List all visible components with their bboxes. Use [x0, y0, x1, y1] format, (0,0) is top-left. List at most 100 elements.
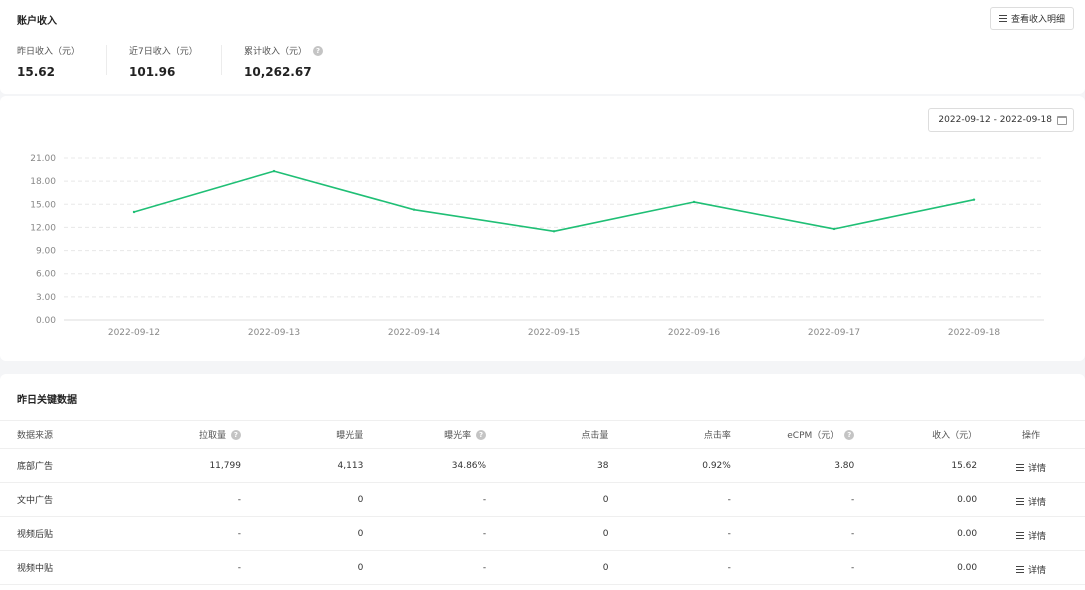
cell-ecpm: -	[730, 516, 855, 551]
cell-ctr: 0.92%	[608, 448, 731, 483]
list-icon	[1016, 565, 1025, 573]
stat-total-value: 10,262.67	[244, 65, 312, 79]
series-line	[133, 170, 975, 233]
table-row: 视频后贴 -0-0- -0.00 详情	[0, 516, 1085, 551]
help-icon[interactable]: ?	[476, 429, 487, 440]
detail-label: 详情	[1028, 531, 1047, 542]
data-point	[692, 200, 696, 204]
data-point	[972, 198, 976, 201]
y-tick-label: 0.00	[36, 316, 56, 326]
table-row: 底部广告 11,799 4,113 34.86% 38 0.92% 3.80 15.62 详情	[0, 448, 1085, 483]
cell-actions: 详情	[977, 448, 1085, 483]
cell-pull: -	[127, 516, 241, 551]
cell-revenue: 0.00	[854, 550, 978, 585]
data-point	[412, 208, 416, 211]
cell-ctr: -	[608, 516, 731, 551]
cell-impression-rate: -	[363, 550, 487, 585]
y-tick-label: 15.00	[30, 200, 56, 210]
cell-source: 视频后贴	[0, 516, 128, 551]
cell-impression-rate: -	[363, 516, 487, 551]
cell-source: 底部广告	[0, 448, 128, 483]
y-tick-label: 6.00	[36, 270, 56, 280]
detail-label: 详情	[1028, 565, 1047, 576]
stat-yesterday: 昨日收入（元） 15.62	[17, 44, 80, 79]
cell-source: 视频中贴	[0, 550, 128, 585]
data-point	[132, 210, 136, 214]
stat-last7days: 近7日收入（元） 101.96	[129, 44, 198, 79]
x-tick-label: 2022-09-18	[948, 328, 1001, 338]
stat-yesterday-label: 昨日收入（元）	[17, 47, 81, 57]
stat-divider	[106, 45, 107, 75]
cell-ecpm: -	[730, 550, 855, 585]
y-tick-label: 21.00	[30, 154, 56, 164]
header-source: 数据来源	[0, 420, 128, 449]
x-tick-label: 2022-09-14	[388, 328, 441, 338]
y-tick-label: 3.00	[36, 293, 56, 303]
help-icon[interactable]: ?	[844, 429, 855, 440]
cell-pull: -	[127, 482, 241, 517]
view-income-detail-button[interactable]: 查看收入明细	[990, 7, 1074, 30]
data-point	[272, 169, 276, 173]
table-row: 视频中贴 -0-0- -0.00 详情	[0, 550, 1085, 585]
stat-total: 累计收入（元）? 10,262.67	[244, 44, 324, 79]
y-tick-label: 12.00	[30, 223, 56, 233]
key-data-table: 数据来源 拉取量? 曝光量 曝光率? 点击量 点击率 eCPM（元）? 收入（元…	[0, 420, 1085, 585]
cell-pull: 11,799	[127, 448, 241, 483]
cell-ctr: -	[608, 550, 731, 585]
x-tick-label: 2022-09-13	[248, 328, 300, 338]
x-tick-label: 2022-09-16	[668, 328, 721, 338]
header-impression-rate: 曝光率?	[363, 420, 487, 449]
cell-source: 文中广告	[0, 482, 128, 517]
detail-label: 详情	[1028, 497, 1047, 508]
x-tick-label: 2022-09-17	[808, 328, 860, 338]
stat-yesterday-value: 15.62	[17, 65, 55, 79]
cell-actions: 详情	[977, 550, 1085, 585]
cell-clicks: 0	[486, 550, 609, 585]
cell-impression-rate: 34.86%	[363, 448, 487, 483]
key-data-title: 昨日关键数据	[17, 395, 77, 406]
help-icon[interactable]: ?	[230, 429, 241, 440]
income-summary-card: 账户收入 查看收入明细 昨日收入（元） 15.62 近7日收入（元） 101.9…	[0, 0, 1085, 94]
cell-clicks: 0	[486, 516, 609, 551]
list-icon	[1016, 497, 1025, 505]
view-income-detail-label: 查看收入明细	[1010, 15, 1065, 25]
header-impressions: 曝光量	[240, 420, 364, 449]
key-data-card: 昨日关键数据 数据来源 拉取量? 曝光量 曝光率? 点击量 点击率 eCPM（元…	[0, 374, 1085, 590]
cell-pull: -	[127, 550, 241, 585]
header-revenue: 收入（元）	[854, 420, 978, 449]
detail-link[interactable]: 详情	[1016, 529, 1046, 542]
header-actions: 操作	[977, 420, 1085, 449]
cell-actions: 详情	[977, 482, 1085, 517]
cell-ecpm: -	[730, 482, 855, 517]
help-icon[interactable]: ?	[313, 45, 324, 56]
stat-last7days-label: 近7日收入（元）	[129, 47, 198, 57]
table-header-row: 数据来源 拉取量? 曝光量 曝光率? 点击量 点击率 eCPM（元）? 收入（元…	[0, 420, 1085, 449]
header-ctr: 点击率	[608, 420, 731, 449]
cell-clicks: 38	[486, 448, 609, 483]
cell-revenue: 15.62	[854, 448, 978, 483]
header-pull: 拉取量?	[127, 420, 241, 449]
income-summary-title: 账户收入	[17, 16, 57, 27]
menu-icon	[998, 15, 1007, 22]
cell-impressions: 4,113	[240, 448, 364, 483]
data-point	[552, 230, 556, 233]
cell-impression-rate: -	[363, 482, 487, 517]
detail-link[interactable]: 详情	[1016, 461, 1046, 474]
detail-label: 详情	[1028, 463, 1047, 474]
detail-link[interactable]: 详情	[1016, 563, 1046, 576]
cell-impressions: 0	[240, 550, 364, 585]
cell-revenue: 0.00	[854, 516, 978, 551]
income-chart-card: 2022-09-12 - 2022-09-18 0.00 3.00 6.00 9.00…	[0, 96, 1085, 361]
detail-link[interactable]: 详情	[1016, 495, 1046, 508]
income-line-chart: 0.00 3.00 6.00 9.00 12.00 15.00 18.00 21.00 2022…	[30, 154, 1044, 338]
cell-clicks: 0	[486, 482, 609, 517]
cell-revenue: 0.00	[854, 482, 978, 517]
stat-total-label: 累计收入（元）	[244, 47, 308, 57]
list-icon	[1016, 463, 1025, 471]
cell-ecpm: 3.80	[730, 448, 855, 483]
x-tick-label: 2022-09-15	[528, 328, 580, 338]
y-tick-label: 9.00	[36, 247, 56, 257]
table-row: 文中广告 -0-0- -0.00 详情	[0, 482, 1085, 517]
stat-divider	[221, 45, 222, 75]
cell-impressions: 0	[240, 482, 364, 517]
